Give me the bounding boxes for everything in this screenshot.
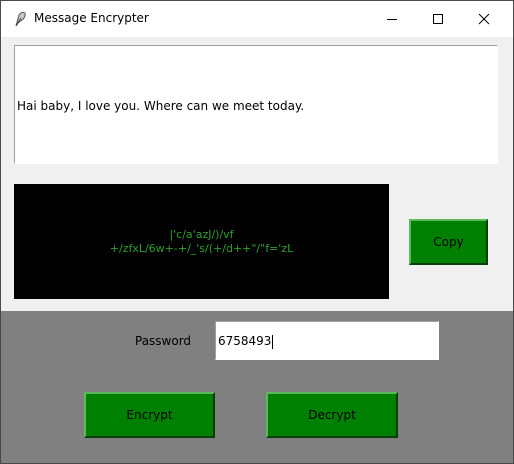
minimize-button[interactable] <box>369 1 415 37</box>
encrypted-line-1: |'c/a'azJ/)/vf <box>169 228 234 241</box>
app-window: Message Encrypter Hai baby, I love you. … <box>0 0 514 464</box>
password-value: 6758493 <box>218 334 274 349</box>
window-title: Message Encrypter <box>34 11 149 25</box>
text-caret <box>272 334 274 349</box>
encrypted-line-2: +/zfxL/6w+-+/_'s/(+/d++"/"f='zL <box>109 242 294 255</box>
maximize-button[interactable] <box>415 1 461 37</box>
encrypted-output[interactable]: |'c/a'azJ/)/vf +/zfxL/6w+-+/_'s/(+/d++"/… <box>14 184 389 299</box>
copy-button[interactable]: Copy <box>409 219 488 265</box>
password-field[interactable]: 6758493 <box>215 321 439 360</box>
close-icon <box>478 13 490 25</box>
message-input[interactable]: Hai baby, I love you. Where can we meet … <box>14 45 498 164</box>
title-bar[interactable]: Message Encrypter <box>1 1 513 37</box>
close-button[interactable] <box>461 1 507 37</box>
decrypt-button[interactable]: Decrypt <box>266 392 398 438</box>
password-value-text: 6758493 <box>218 334 272 348</box>
minimize-icon <box>387 19 397 20</box>
maximize-icon <box>433 14 443 24</box>
encrypt-button[interactable]: Encrypt <box>84 392 215 438</box>
password-label: Password <box>135 334 192 348</box>
feather-pen-icon <box>15 11 26 27</box>
message-input-text: Hai baby, I love you. Where can we meet … <box>17 99 305 113</box>
encrypted-output-text: |'c/a'azJ/)/vf +/zfxL/6w+-+/_'s/(+/d++"/… <box>14 228 389 256</box>
